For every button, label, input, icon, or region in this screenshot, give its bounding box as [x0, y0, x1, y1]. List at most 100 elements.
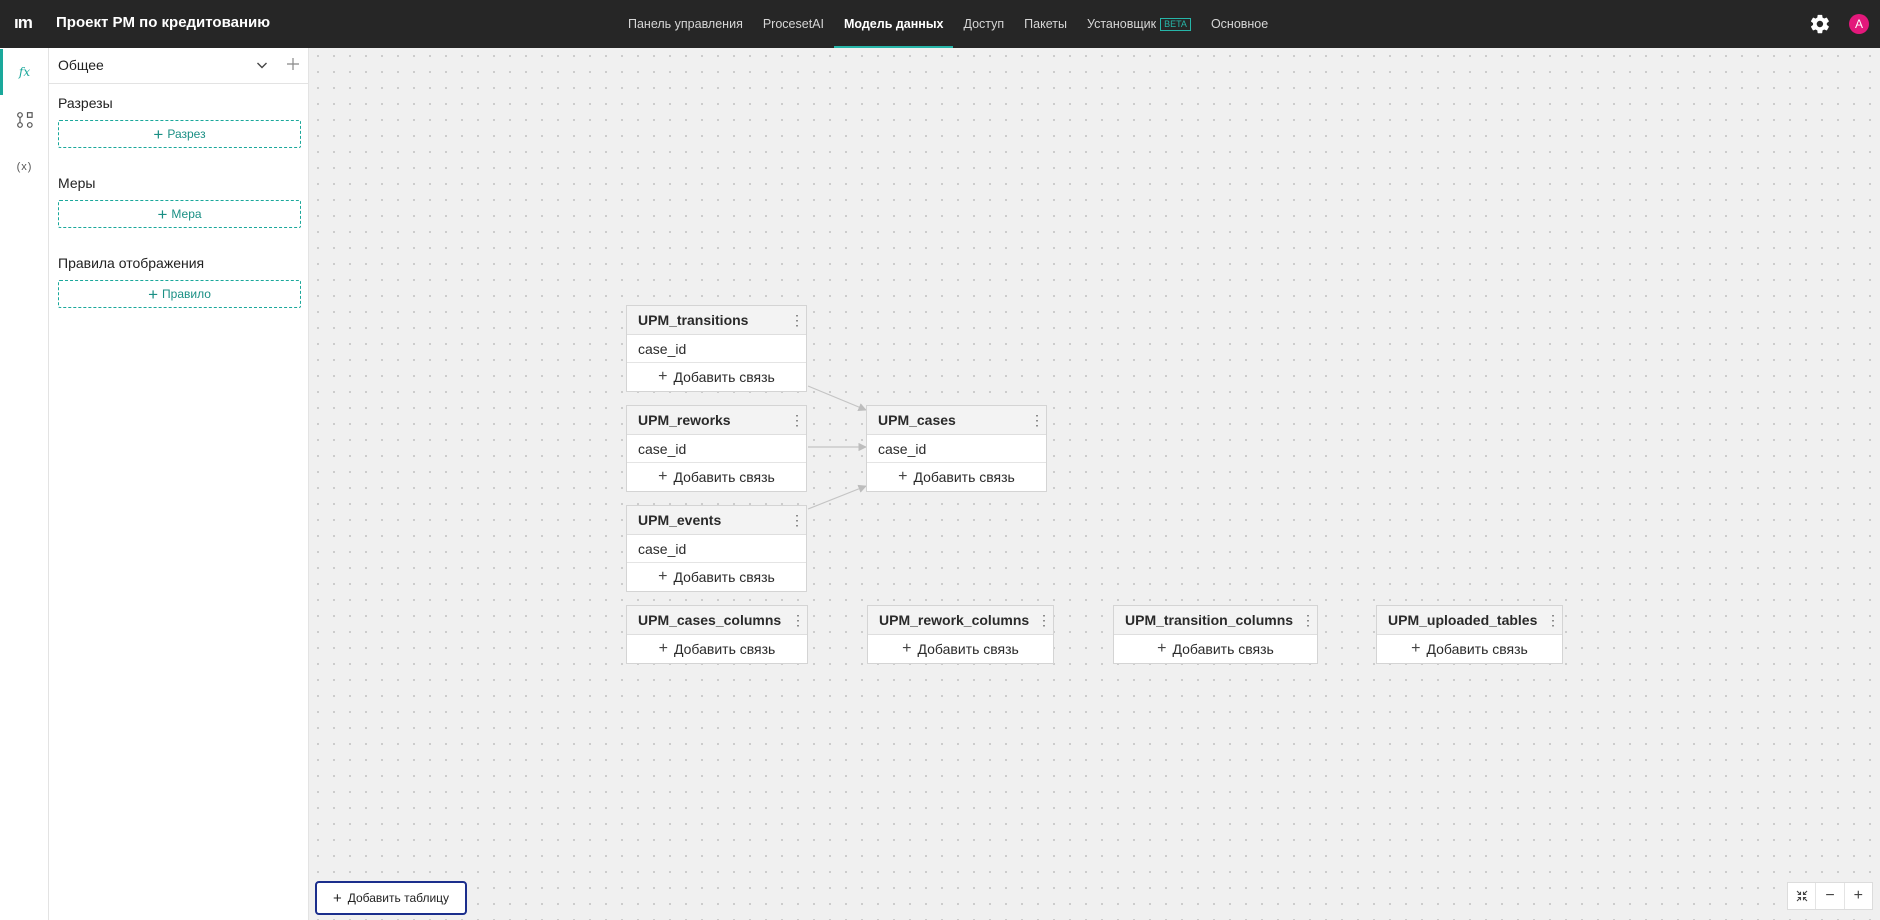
add-link-label: Добавить связь	[1426, 641, 1528, 657]
add-link-button[interactable]: + Добавить связь	[1114, 635, 1317, 663]
user-avatar[interactable]: A	[1849, 14, 1869, 34]
plus-icon: +	[1853, 887, 1863, 904]
table-card[interactable]: UPM_reworks ⋮ case_id + Добавить связь	[626, 405, 807, 492]
add-link-button[interactable]: + Добавить связь	[627, 363, 806, 391]
plus-icon: +	[148, 284, 159, 304]
add-link-label: Добавить связь	[673, 469, 775, 485]
add-icon[interactable]	[285, 56, 301, 72]
side-panel: Общее Разрезы + Разрез Меры + Мера Прави…	[49, 48, 309, 920]
table-header: UPM_cases ⋮	[867, 406, 1046, 435]
model-canvas[interactable]: UPM_transitions ⋮ case_id + Добавить связ…	[310, 48, 1880, 920]
more-vert-icon[interactable]: ⋮	[1301, 612, 1315, 628]
add-measure-button[interactable]: + Мера	[58, 200, 301, 228]
table-card[interactable]: UPM_transition_columns ⋮ + Добавить связь	[1113, 605, 1318, 664]
more-vert-icon[interactable]: ⋮	[790, 312, 804, 328]
add-link-button[interactable]: + Добавить связь	[627, 463, 806, 491]
table-header: UPM_events ⋮	[627, 506, 806, 535]
panel-header: Общее	[49, 48, 309, 84]
plus-icon: +	[1411, 640, 1421, 657]
nav-dashboard[interactable]: Панель управления	[618, 0, 753, 48]
table-header: UPM_rework_columns ⋮	[868, 606, 1053, 635]
table-name: UPM_transition_columns	[1125, 612, 1294, 628]
nav-general[interactable]: Основное	[1201, 0, 1278, 48]
zoom-controls: − +	[1787, 882, 1873, 910]
more-vert-icon[interactable]: ⋮	[790, 412, 804, 428]
variable-icon[interactable]: (x)	[0, 144, 49, 190]
add-table-button[interactable]: + Добавить таблицу	[315, 881, 467, 915]
table-card[interactable]: UPM_rework_columns ⋮ + Добавить связь	[867, 605, 1054, 664]
more-vert-icon[interactable]: ⋮	[1030, 412, 1044, 428]
gear-icon[interactable]	[1809, 13, 1831, 35]
add-link-button[interactable]: + Добавить связь	[627, 635, 807, 663]
nav-label: Установщик	[1086, 17, 1157, 31]
plus-icon: +	[658, 368, 668, 385]
table-name: UPM_transitions	[638, 312, 749, 328]
nav-label: Пакеты	[1024, 17, 1067, 31]
add-link-label: Добавить связь	[917, 641, 1019, 657]
relation-line[interactable]	[807, 484, 867, 510]
minus-icon: −	[1825, 887, 1835, 904]
more-vert-icon[interactable]: ⋮	[790, 512, 804, 528]
fit-view-button[interactable]	[1788, 883, 1817, 909]
plus-icon: +	[157, 204, 168, 224]
add-link-label: Добавить связь	[674, 641, 776, 657]
table-name: UPM_events	[638, 512, 722, 528]
add-rule-button[interactable]: + Правило	[58, 280, 301, 308]
zoom-out-button[interactable]: −	[1816, 883, 1845, 909]
relation-line[interactable]	[807, 385, 867, 411]
table-card[interactable]: UPM_events ⋮ case_id + Добавить связь	[626, 505, 807, 592]
add-link-button[interactable]: + Добавить связь	[867, 463, 1046, 491]
field-name: case_id	[638, 441, 687, 457]
table-field[interactable]: case_id	[627, 535, 806, 563]
plus-icon: +	[1157, 640, 1167, 657]
section-label-display-rules: Правила отображения	[58, 255, 205, 271]
table-card[interactable]: UPM_cases ⋮ case_id + Добавить связь	[866, 405, 1047, 492]
table-header: UPM_cases_columns ⋮	[627, 606, 807, 635]
table-field[interactable]: case_id	[627, 435, 806, 463]
nav-data-model[interactable]: Модель данных	[833, 0, 954, 48]
plus-icon: +	[902, 640, 912, 657]
nav-packages[interactable]: Пакеты	[1014, 0, 1077, 48]
table-field[interactable]: case_id	[867, 435, 1046, 463]
add-table-label: Добавить таблицу	[347, 891, 450, 905]
schema-icon[interactable]	[0, 97, 49, 143]
add-link-button[interactable]: + Добавить связь	[627, 563, 806, 591]
chevron-down-icon[interactable]	[254, 57, 270, 73]
table-name: UPM_rework_columns	[879, 612, 1030, 628]
nav-procesetai[interactable]: ProcesetAI	[753, 0, 834, 48]
table-name: UPM_cases_columns	[638, 612, 782, 628]
function-glyph: 𝑓x	[18, 65, 31, 79]
plus-icon: +	[658, 640, 668, 657]
table-card[interactable]: UPM_transitions ⋮ case_id + Добавить связ…	[626, 305, 807, 392]
app-logo[interactable]: ım	[14, 13, 33, 33]
add-measure-label: Мера	[171, 207, 202, 221]
add-link-button[interactable]: + Добавить связь	[868, 635, 1053, 663]
function-icon[interactable]: 𝑓x	[0, 49, 49, 95]
relation-lines	[807, 385, 867, 510]
nav-label: Панель управления	[628, 17, 743, 31]
plus-icon: +	[332, 889, 342, 907]
field-name: case_id	[638, 541, 687, 557]
nav-installer[interactable]: Установщик BETA	[1077, 0, 1201, 48]
collapse-icon	[1796, 890, 1808, 902]
add-link-label: Добавить связь	[673, 569, 775, 585]
more-vert-icon[interactable]: ⋮	[791, 612, 805, 628]
zoom-in-button[interactable]: +	[1845, 883, 1872, 909]
table-card[interactable]: UPM_cases_columns ⋮ + Добавить связь	[626, 605, 808, 664]
table-name: UPM_uploaded_tables	[1388, 612, 1538, 628]
add-link-label: Добавить связь	[913, 469, 1015, 485]
more-vert-icon[interactable]: ⋮	[1546, 612, 1560, 628]
beta-badge: BETA	[1160, 18, 1191, 31]
more-vert-icon[interactable]: ⋮	[1037, 612, 1051, 628]
schema-glyph	[16, 112, 33, 128]
add-dimension-button[interactable]: + Разрез	[58, 120, 301, 148]
nav-label: ProcesetAI	[762, 17, 824, 31]
add-link-button[interactable]: + Добавить связь	[1377, 635, 1562, 663]
nav-access[interactable]: Доступ	[953, 0, 1014, 48]
add-rule-label: Правило	[162, 287, 211, 301]
table-field[interactable]: case_id	[627, 335, 806, 363]
plus-icon: +	[658, 568, 668, 585]
table-card[interactable]: UPM_uploaded_tables ⋮ + Добавить связь	[1376, 605, 1563, 664]
variable-glyph: (x)	[16, 161, 33, 173]
plus-icon: +	[153, 124, 164, 144]
